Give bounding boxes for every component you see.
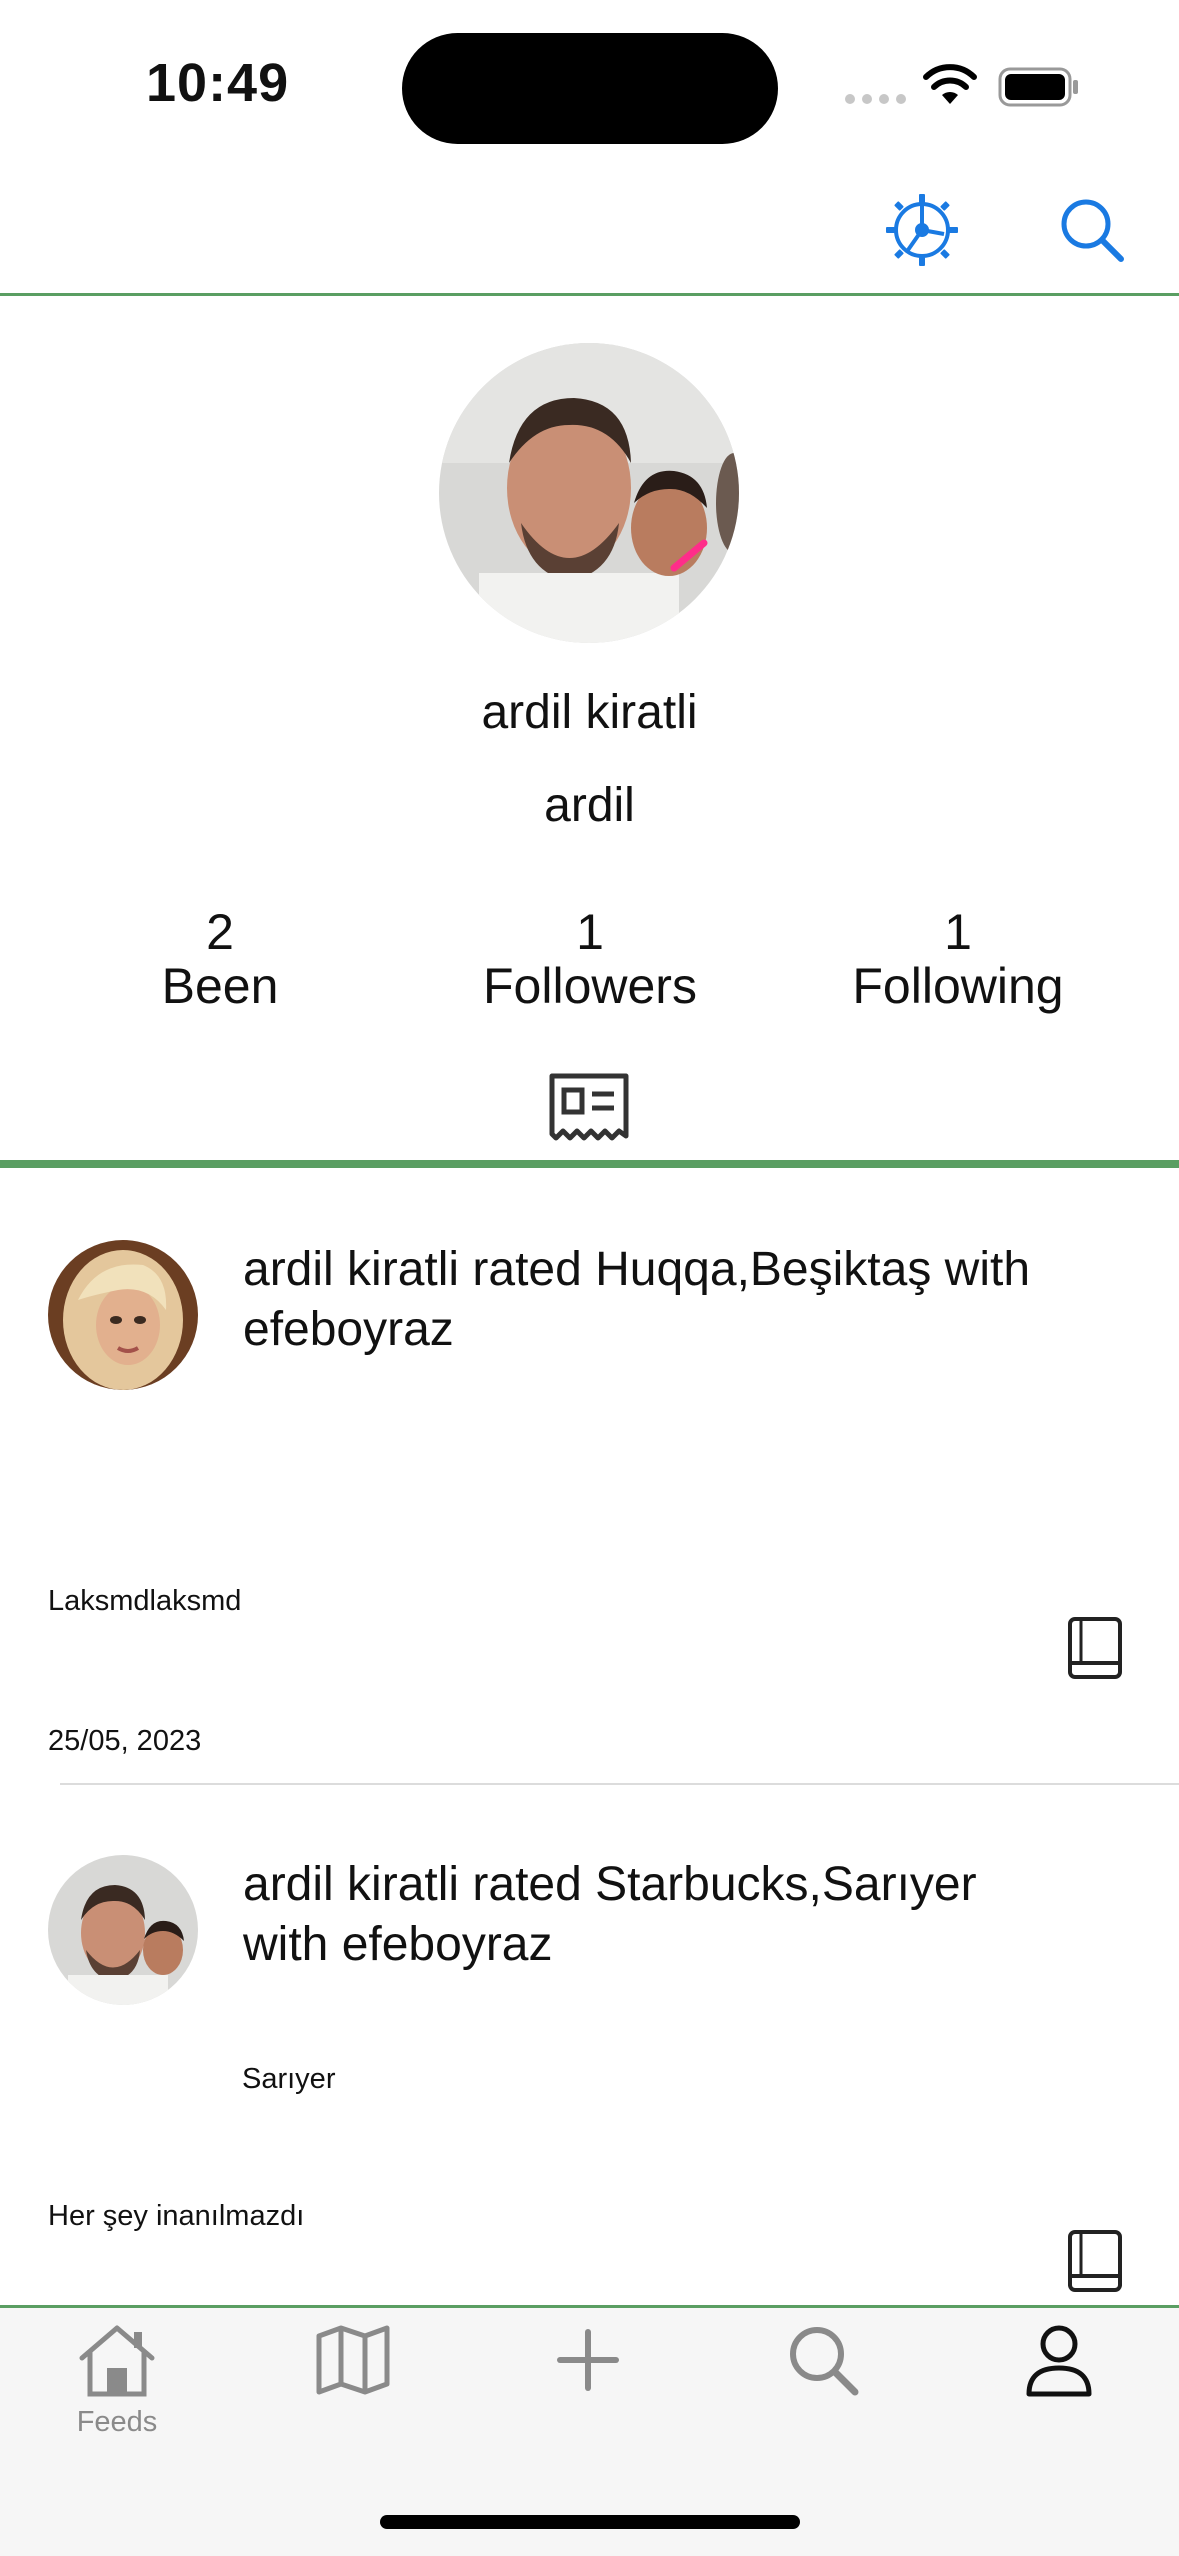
stat-value: 1 xyxy=(944,904,972,960)
post-title: ardil kiratli rated Huqqa,Beşiktaş with … xyxy=(243,1243,1031,1356)
stat-followers[interactable]: 1 Followers xyxy=(440,905,740,1013)
battery-icon xyxy=(998,67,1078,107)
status-time: 10:49 xyxy=(146,53,290,113)
post-title: ardil kiratli rated Starbucks,Sarıyer wi… xyxy=(243,1858,977,1971)
home-icon xyxy=(79,2325,155,2397)
search-icon xyxy=(1061,199,1124,262)
stat-label: Been xyxy=(161,958,279,1014)
post-avatar[interactable] xyxy=(48,1855,198,2005)
profile-username: ardil xyxy=(544,779,635,832)
tab-feeds[interactable]: Feeds xyxy=(47,2320,187,2460)
post-date: 25/05, 2023 xyxy=(48,1725,202,1757)
post-comment: Laksmdlaksmd xyxy=(48,1585,242,1617)
tab-profile[interactable] xyxy=(989,2320,1129,2460)
settings-button[interactable] xyxy=(880,188,964,272)
stat-label: Followers xyxy=(483,958,697,1014)
tab-add[interactable] xyxy=(518,2320,658,2460)
stat-label: Following xyxy=(852,958,1064,1014)
search-icon xyxy=(790,2327,859,2396)
search-button[interactable] xyxy=(1050,188,1134,272)
stat-value: 1 xyxy=(576,904,604,960)
wifi-icon xyxy=(923,64,977,104)
post-location: Sarıyer xyxy=(242,2063,336,2095)
profile-name: ardil kiratli xyxy=(481,686,698,739)
book-icon xyxy=(1068,1617,1122,1679)
post-divider xyxy=(60,1783,1179,1785)
settings-icon xyxy=(886,194,958,266)
header-divider xyxy=(0,293,1179,296)
tab-label: Feeds xyxy=(76,2406,158,2438)
map-icon xyxy=(316,2325,390,2395)
stat-following[interactable]: 1 Following xyxy=(808,905,1108,1013)
tab-search[interactable] xyxy=(753,2320,893,2460)
home-indicator xyxy=(380,2515,800,2529)
book-button[interactable] xyxy=(1065,2228,1125,2294)
post-avatar[interactable] xyxy=(48,1240,198,1390)
dynamic-island xyxy=(402,33,778,144)
book-icon xyxy=(1068,2230,1122,2292)
stat-value: 2 xyxy=(206,904,234,960)
profile-divider xyxy=(0,1160,1179,1168)
stat-been[interactable]: 2 Been xyxy=(70,905,370,1013)
cellular-signal-icon xyxy=(845,94,906,104)
book-button[interactable] xyxy=(1065,1615,1125,1681)
post-comment: Her şey inanılmazdı xyxy=(48,2200,305,2232)
profile-avatar[interactable] xyxy=(439,343,739,643)
newspaper-icon xyxy=(549,1073,629,1141)
tab-map[interactable] xyxy=(283,2320,423,2460)
person-icon xyxy=(1026,2325,1092,2397)
posts-tab-button[interactable] xyxy=(546,1070,632,1146)
plus-icon xyxy=(557,2329,619,2391)
